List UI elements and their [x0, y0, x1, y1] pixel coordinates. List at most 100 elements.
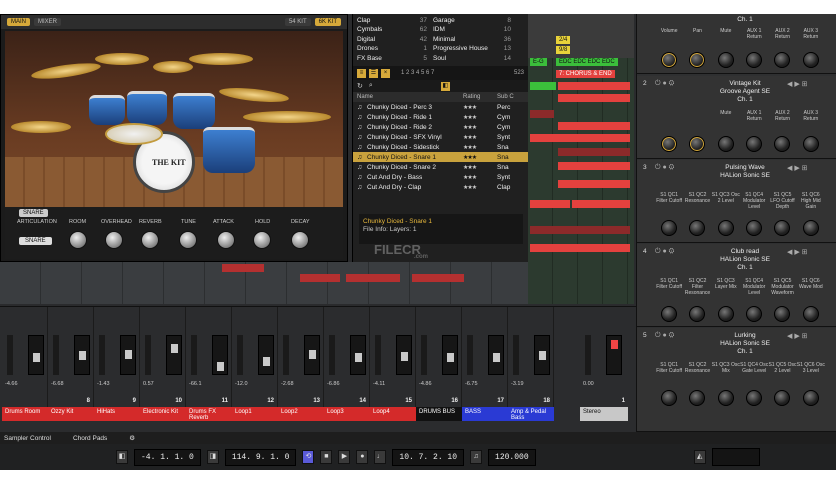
list-item-selected[interactable]: ♫ Chunky Diced - Snare 1 ★★★ Sna	[353, 152, 528, 162]
rack-slot-3[interactable]: 3 ⏻ ● ⚙ Pulsing Wave HALion Sonic SE ◀ ▶ …	[637, 160, 836, 243]
channel-name[interactable]: HiHats	[94, 407, 140, 421]
rating-filter[interactable]: 1 2 3 4 5 6 7	[401, 70, 434, 76]
category-item[interactable]: Digital	[357, 36, 413, 44]
mixer-channel-strip[interactable]: -3.19 18 Amp & Pedal Bass	[508, 307, 554, 421]
record-icon[interactable]: ●	[356, 450, 369, 464]
list-item[interactable]: ♫ Chunky Diced - Ride 2 ★★★ Cym	[353, 122, 528, 132]
stop-icon[interactable]: ■	[320, 450, 333, 464]
param-knob[interactable]	[802, 136, 819, 152]
arrange-part[interactable]	[530, 110, 554, 118]
arrange-part[interactable]	[222, 264, 264, 272]
rack-slot-1[interactable]: Ch. 1 Volume Pan Mute AUX 1 Return AUX 2…	[637, 14, 836, 74]
fader-handle[interactable]	[125, 349, 132, 359]
channel-name[interactable]: Electronic Kit	[140, 407, 186, 421]
preset-nav-icon[interactable]: ◀ ▶ ⊞	[787, 164, 808, 172]
fader[interactable]	[166, 335, 182, 375]
param-knob[interactable]	[774, 136, 791, 152]
channel-name[interactable]: Amp & Pedal Bass	[508, 407, 554, 421]
arrange-lower-tracks[interactable]	[0, 262, 528, 304]
param-knob[interactable]	[774, 220, 791, 236]
fader[interactable]	[488, 335, 504, 375]
style-item[interactable]: Progressive House	[433, 45, 497, 53]
time-display[interactable]: 10. 7. 2. 10	[392, 448, 465, 466]
fader[interactable]	[396, 335, 412, 375]
arrange-part[interactable]	[558, 94, 630, 102]
ruler[interactable]	[528, 14, 634, 58]
param-knob[interactable]	[717, 52, 734, 68]
style-item[interactable]: Soul	[433, 55, 497, 63]
channel-name[interactable]: Loop3	[324, 407, 370, 421]
left-locator[interactable]: -4. 1. 1. 0	[134, 448, 201, 466]
fader[interactable]	[442, 335, 458, 375]
chord-events[interactable]: EDC EDC EDC EDC	[556, 58, 618, 66]
power-icon[interactable]: ⏻ ● ⚙	[655, 332, 674, 340]
mixer-channel-strip[interactable]: -6.68 8 Ozzy Kit	[48, 307, 94, 421]
mixer-channel-strip[interactable]: -4.11 15 Loop4	[370, 307, 416, 421]
param-knob[interactable]	[802, 52, 819, 68]
power-icon[interactable]: ⏻ ● ⚙	[655, 80, 674, 88]
param-knob[interactable]	[661, 52, 678, 68]
tab-chord-pads[interactable]: Chord Pads	[73, 435, 107, 442]
fader-handle[interactable]	[79, 351, 86, 360]
channel-name[interactable]: BASS	[462, 407, 508, 421]
snare-drum[interactable]	[105, 123, 163, 145]
tab-sampler-control[interactable]: Sampler Control	[4, 435, 51, 442]
kit-select-2[interactable]: 6K KIT	[314, 18, 341, 26]
style-item[interactable]: Minimal	[433, 36, 497, 44]
drum-kit-stage[interactable]: THE KIT	[5, 31, 343, 207]
splash-cymbal[interactable]	[153, 61, 193, 73]
fader-handle[interactable]	[355, 352, 362, 362]
chorus-marker[interactable]: 7: CHORUS & END	[556, 70, 615, 78]
arrange-part[interactable]	[558, 162, 630, 170]
fader[interactable]	[534, 335, 550, 375]
crash-cymbal-left[interactable]	[30, 60, 102, 82]
mixer-channel-strip[interactable]: -12.0 12 Loop1	[232, 307, 278, 421]
param-knob[interactable]	[746, 306, 763, 322]
list-item[interactable]: ♫ Chunky Diced - Sidestick ★★★ Sna	[353, 142, 528, 152]
tune-knob[interactable]	[179, 231, 197, 249]
mixer-channel-strip[interactable]: -6.75 17 BASS	[462, 307, 508, 421]
list-item[interactable]: ♫ Chunky Diced - Snare 2 ★★★ Sna	[353, 162, 528, 172]
tempo-display[interactable]: 120.000	[488, 448, 536, 466]
power-icon[interactable]: ⏻ ● ⚙	[655, 248, 674, 256]
channel-name[interactable]: Loop2	[278, 407, 324, 421]
signature-marker-1[interactable]: 2/4	[556, 36, 571, 44]
tom-1[interactable]	[89, 95, 125, 125]
channel-name[interactable]: Loop1	[232, 407, 278, 421]
category-item[interactable]: Cymbals	[357, 26, 413, 34]
fader[interactable]	[606, 335, 622, 375]
fader[interactable]	[304, 335, 320, 375]
param-knob[interactable]	[661, 390, 678, 406]
param-knob[interactable]	[689, 220, 706, 236]
arrange-part[interactable]	[572, 200, 630, 208]
param-knob[interactable]	[746, 52, 763, 68]
param-knob[interactable]	[802, 220, 819, 236]
style-item[interactable]: Garage	[433, 17, 497, 25]
param-knob[interactable]	[717, 220, 734, 236]
filter-toggle-icon[interactable]: ≡	[357, 68, 366, 78]
mixer-channel-strip[interactable]: -4.66 Drums Room	[2, 307, 48, 421]
param-knob[interactable]	[802, 390, 819, 406]
arrange-part[interactable]	[530, 82, 556, 90]
fader-handle[interactable]	[539, 351, 546, 360]
preset-nav-icon[interactable]: ◀ ▶ ⊞	[787, 80, 808, 88]
right-locator[interactable]: 114. 9. 1. 0	[224, 448, 297, 466]
refresh-icon[interactable]: ↻	[357, 82, 363, 90]
metronome-icon[interactable]: ◭	[693, 450, 706, 464]
arrange-part[interactable]	[558, 148, 630, 156]
arrange-window[interactable]: 2/4 9/8 E-G EDC EDC EDC EDC 7: CHORUS & …	[528, 14, 634, 304]
mixer-channel-strip[interactable]: -1.43 9 HiHats	[94, 307, 140, 421]
preset-nav-icon[interactable]: ◀ ▶ ⊞	[787, 332, 808, 340]
fader-handle[interactable]	[447, 352, 454, 362]
param-knob[interactable]	[802, 306, 819, 322]
ride-cymbal[interactable]	[189, 53, 253, 65]
left-locator-icon[interactable]: ◧	[116, 450, 128, 464]
param-knob[interactable]	[774, 306, 791, 322]
fader-handle[interactable]	[171, 343, 178, 353]
ride-cymbal-right[interactable]	[243, 111, 331, 123]
arrange-part[interactable]	[530, 134, 630, 142]
china-cymbal[interactable]	[218, 85, 290, 105]
style-item[interactable]: IDM	[433, 26, 497, 34]
list-item[interactable]: ♫ Chunky Diced - SFX Vinyl ★★★ Synt	[353, 132, 528, 142]
attack-knob[interactable]	[217, 231, 235, 249]
